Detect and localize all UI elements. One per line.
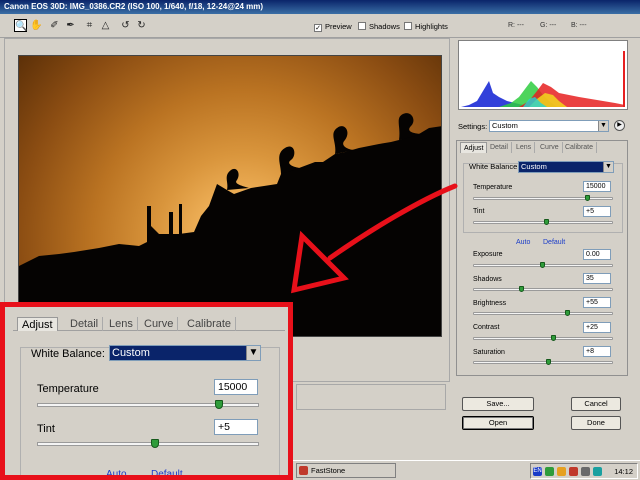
cancel-button[interactable]: Cancel (571, 397, 621, 411)
callout-white-balance-label: White Balance: (31, 348, 105, 360)
callout-wb-group (20, 347, 280, 475)
taskbar-item-faststone[interactable]: FastStone (296, 463, 396, 478)
shadows-track[interactable] (473, 288, 613, 291)
tab-lens[interactable]: Lens (513, 142, 536, 153)
toolbar: 🔍 ✋ ✐ ✒ ⌗ △ ↺ ↻ ✓ Preview Shadows Highlig… (0, 14, 640, 38)
b-readout: B: --- (571, 22, 587, 29)
callout-tab-curve: Curve (140, 317, 179, 331)
temperature-track[interactable] (473, 197, 613, 200)
saturation-thumb[interactable] (545, 359, 551, 365)
crop-icon[interactable]: ⌗ (83, 19, 96, 32)
temperature-input[interactable]: 15000 (583, 181, 611, 192)
language-indicator[interactable]: EN (533, 467, 542, 476)
shadows-checkbox[interactable]: Shadows (358, 22, 400, 32)
callout-temperature-input: 15000 (214, 379, 258, 395)
tab-curve[interactable]: Curve (537, 142, 563, 153)
system-tray: EN 14:12 (530, 463, 638, 479)
tray-app-icon[interactable] (581, 467, 590, 476)
callout-tint-thumb (150, 439, 159, 448)
chevron-down-icon: ▼ (598, 121, 608, 131)
preview-image[interactable] (18, 55, 442, 337)
saturation-track[interactable] (473, 361, 613, 364)
temperature-thumb[interactable] (584, 195, 590, 201)
window-title: Canon EOS 30D: IMG_0386.CR2 (ISO 100, 1/… (4, 2, 264, 11)
g-readout: G: --- (540, 22, 557, 29)
rotate-left-icon[interactable]: ↺ (119, 19, 132, 32)
done-button[interactable]: Done (571, 416, 621, 430)
zoom-callout: Adjust Detail Lens Curve Calibrate White… (0, 302, 293, 480)
r-readout: R: --- (508, 22, 524, 29)
hand-icon[interactable]: ✋ (30, 19, 43, 32)
settings-menu-icon[interactable]: ▶ (614, 120, 625, 131)
callout-tab-lens: Lens (105, 317, 138, 331)
exposure-input[interactable]: 0.00 (583, 249, 611, 260)
preview-check-icon: ✓ (314, 24, 322, 32)
callout-temperature-thumb (215, 400, 224, 409)
security-icon[interactable] (569, 467, 578, 476)
brightness-input[interactable]: +55 (583, 297, 611, 308)
settings-label: Settings: (458, 122, 488, 131)
white-balance-select[interactable]: Custom ▼ (518, 161, 614, 173)
clock: 14:12 (614, 467, 633, 476)
chevron-down-icon: ▼ (246, 346, 260, 360)
tab-strip: Adjust Detail Lens Curve Calibrate (457, 141, 627, 153)
callout-tint-track (37, 442, 259, 446)
network-icon[interactable] (545, 467, 554, 476)
open-button[interactable]: Open (462, 416, 534, 430)
contrast-thumb[interactable] (551, 335, 557, 341)
brightness-thumb[interactable] (565, 310, 571, 316)
callout-white-balance-select: Custom ▼ (109, 345, 261, 361)
volume-icon[interactable] (557, 467, 566, 476)
save-button[interactable]: Save... (462, 397, 534, 411)
zoom-icon[interactable]: 🔍 (14, 19, 27, 32)
white-balance-label: White Balance: (469, 162, 520, 171)
chevron-down-icon: ▼ (603, 162, 613, 172)
highlights-checkbox[interactable]: Highlights (404, 22, 448, 32)
histogram-graphic (461, 51, 625, 107)
zoom-strip (296, 384, 446, 410)
brightness-track[interactable] (473, 312, 613, 315)
default-link[interactable]: Default (543, 239, 565, 246)
settings-select[interactable]: Custom ▼ (489, 120, 609, 132)
title-bar: Canon EOS 30D: IMG_0386.CR2 (ISO 100, 1/… (0, 0, 640, 14)
preview-checkbox[interactable]: ✓ Preview (314, 22, 352, 32)
contrast-track[interactable] (473, 337, 613, 340)
tab-adjust[interactable]: Adjust (460, 142, 488, 153)
callout-tint-input: +5 (214, 419, 258, 435)
silhouette-graphic (19, 113, 441, 336)
tab-calibrate[interactable]: Calibrate (562, 142, 598, 153)
callout-temperature-label: Temperature (37, 383, 99, 395)
color-sampler-icon[interactable]: ✒ (64, 19, 77, 32)
rotate-right-icon[interactable]: ↻ (135, 19, 148, 32)
adjust-panel: Adjust Detail Lens Curve Calibrate White… (456, 140, 628, 376)
callout-default-link: Default (151, 469, 183, 480)
callout-auto-link: Auto (106, 469, 127, 480)
contrast-input[interactable]: +25 (583, 322, 611, 333)
callout-tab-strip: Adjust Detail Lens Curve Calibrate (13, 315, 285, 331)
tint-track[interactable] (473, 221, 613, 224)
saturation-input[interactable]: +8 (583, 346, 611, 357)
callout-tint-label: Tint (37, 423, 55, 435)
shadows-thumb[interactable] (519, 286, 524, 292)
tab-detail[interactable]: Detail (487, 142, 512, 153)
exposure-thumb[interactable] (540, 262, 545, 268)
auto-link[interactable]: Auto (516, 239, 530, 246)
tint-input[interactable]: +5 (583, 206, 611, 217)
callout-tab-adjust: Adjust (17, 317, 58, 331)
callout-temperature-track (37, 403, 259, 407)
tray-app-icon[interactable] (593, 467, 602, 476)
shadows-input[interactable]: 35 (583, 273, 611, 284)
eyedropper-icon[interactable]: ✐ (48, 19, 61, 32)
straighten-icon[interactable]: △ (99, 19, 112, 32)
histogram (458, 40, 628, 110)
callout-tab-calibrate: Calibrate (183, 317, 237, 331)
callout-tab-detail: Detail (66, 317, 104, 331)
faststone-icon (299, 466, 308, 475)
